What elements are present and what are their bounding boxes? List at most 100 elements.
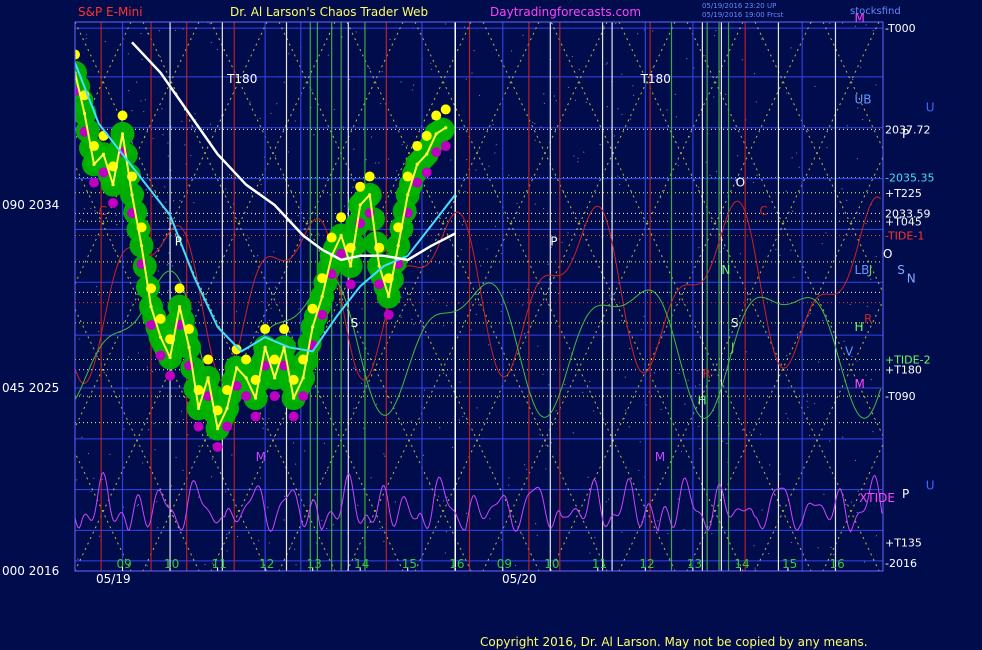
grid-dot — [785, 190, 787, 192]
grid-dot — [755, 101, 757, 103]
grid-dot — [93, 477, 95, 479]
grid-dot — [508, 322, 510, 324]
grid-dot — [89, 191, 92, 193]
grid-dot — [193, 202, 195, 204]
grid-dot — [295, 463, 297, 465]
grid-dot — [603, 25, 605, 27]
price-marker-magenta — [288, 411, 299, 422]
chart-annotation: S — [731, 316, 739, 330]
grid-dot — [865, 24, 867, 26]
series-point — [168, 355, 172, 360]
grid-dot — [438, 262, 440, 264]
grid-dot — [446, 305, 448, 307]
chart-annotation: C — [99, 204, 107, 218]
series-point — [320, 294, 324, 299]
grid-dot — [624, 376, 626, 378]
grid-dot — [796, 333, 799, 335]
price-marker-yellow — [412, 141, 423, 152]
grid-dot — [865, 374, 867, 376]
grid-dot — [806, 400, 808, 402]
grid-dot — [872, 29, 874, 32]
grid-dot — [78, 338, 80, 340]
grid-dot — [166, 264, 168, 266]
grid-dot — [527, 288, 529, 291]
grid-dot — [134, 443, 136, 445]
grid-dot — [158, 30, 161, 32]
grid-dot — [446, 496, 448, 498]
price-marker-magenta — [155, 350, 166, 361]
grid-dot — [94, 210, 96, 212]
grid-dot — [686, 58, 688, 60]
grid-dot — [135, 81, 138, 83]
series-point — [177, 305, 182, 309]
grid-dot — [80, 218, 82, 221]
grid-dot — [116, 223, 118, 226]
grid-dot — [698, 425, 700, 427]
grid-dot — [464, 190, 466, 193]
grid-dot — [444, 23, 447, 25]
grid-dot — [699, 448, 701, 450]
grid-dot — [684, 403, 686, 405]
grid-dot — [787, 417, 789, 419]
grid-dot — [353, 407, 355, 409]
grid-dot — [547, 263, 549, 265]
grid-dot — [833, 553, 835, 556]
grid-dot — [274, 286, 276, 288]
grid-dot — [669, 291, 671, 293]
grid-dot — [167, 142, 169, 144]
site-link[interactable]: Daytradingforecasts.com — [490, 5, 641, 19]
chart-annotation: M — [854, 377, 864, 391]
grid-dot — [722, 440, 724, 442]
left-axis-label: 090 2034 — [2, 198, 59, 212]
grid-dot — [314, 371, 316, 374]
grid-dot — [182, 418, 184, 421]
grid-dot — [459, 381, 461, 383]
price-marker-yellow — [241, 354, 252, 365]
grid-dot — [582, 391, 584, 393]
grid-dot — [422, 454, 425, 456]
grid-dot — [381, 71, 383, 73]
grid-dot — [843, 340, 845, 342]
grid-dot — [96, 355, 99, 357]
grid-dot — [198, 445, 200, 447]
price-marker-yellow — [336, 212, 347, 223]
grid-dot — [430, 68, 433, 70]
series-point — [301, 376, 305, 380]
grid-dot — [465, 78, 467, 80]
chart-annotation: N — [907, 271, 916, 285]
grid-dot — [287, 151, 289, 153]
grid-dot — [406, 145, 409, 147]
grid-dot — [141, 58, 143, 61]
grid-dot — [555, 100, 557, 102]
grid-dot — [677, 498, 679, 500]
grid-dot — [376, 301, 378, 304]
grid-dot — [137, 503, 140, 506]
grid-dot — [826, 147, 828, 149]
series-point — [396, 244, 400, 248]
grid-dot — [249, 101, 251, 103]
grid-dot — [323, 442, 326, 444]
grid-dot — [629, 118, 631, 120]
grid-dot — [174, 29, 177, 31]
grid-dot — [475, 313, 477, 315]
grid-dot — [128, 90, 130, 92]
price-marker-magenta — [383, 309, 394, 320]
date-label-1: 05/19 — [96, 572, 131, 586]
grid-dot — [379, 527, 381, 530]
grid-dot — [274, 155, 276, 157]
right-level-label: +T135 — [885, 537, 922, 550]
grid-dot — [699, 384, 701, 386]
right-level-label: -TIDE-1 — [885, 230, 924, 243]
grid-dot — [587, 476, 589, 478]
grid-dot — [806, 393, 808, 395]
grid-dot — [413, 84, 415, 86]
grid-dot — [678, 372, 680, 375]
grid-dot — [732, 358, 734, 360]
grid-dot — [368, 67, 371, 70]
grid-dot — [599, 144, 601, 146]
grid-dot — [432, 323, 434, 325]
grid-dot — [80, 394, 82, 396]
grid-dot — [790, 47, 792, 49]
grid-dot — [104, 40, 106, 43]
grid-dot — [829, 440, 831, 442]
